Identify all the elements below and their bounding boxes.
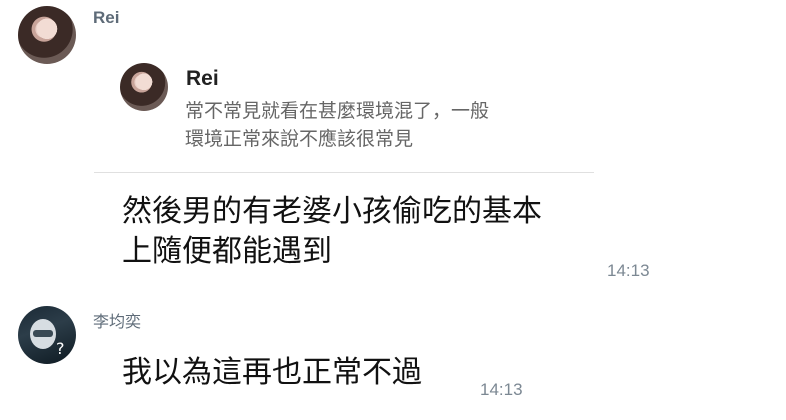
message-timestamp: 14:13 [607,261,650,280]
message-text-line: 上隨便都能遇到 [122,234,332,269]
quoted-text-line: 環境正常來說不應該很常見 [185,128,414,150]
svg-text:?: ? [56,339,65,358]
message-text-line: 然後男的有老婆小孩偷吃的基本 [122,194,542,229]
sender-name: Rei [93,8,120,27]
message-text: 我以為這再也正常不過 [122,355,422,390]
quoted-message[interactable]: Rei 常不常見就看在甚麼環境混了，一般 環境正常來說不應該很常見 [94,50,594,173]
quoted-text: 常不常見就看在甚麼環境混了，一般 環境正常來說不應該很常見 [185,97,585,153]
sender-avatar-rei[interactable] [18,6,76,64]
quoted-text-line: 常不常見就看在甚麼環境混了，一般 [185,100,490,122]
helmet-icon: ? [30,319,65,358]
sender-name: 李均奕 [93,314,142,331]
quoted-sender-name: Rei [186,67,219,90]
quoted-sender-avatar [120,63,168,111]
message-timestamp: 14:13 [480,380,523,399]
sender-avatar-li[interactable]: ? [18,306,76,364]
message-text: 然後男的有老婆小孩偷吃的基本 上隨便都能遇到 [122,192,542,272]
